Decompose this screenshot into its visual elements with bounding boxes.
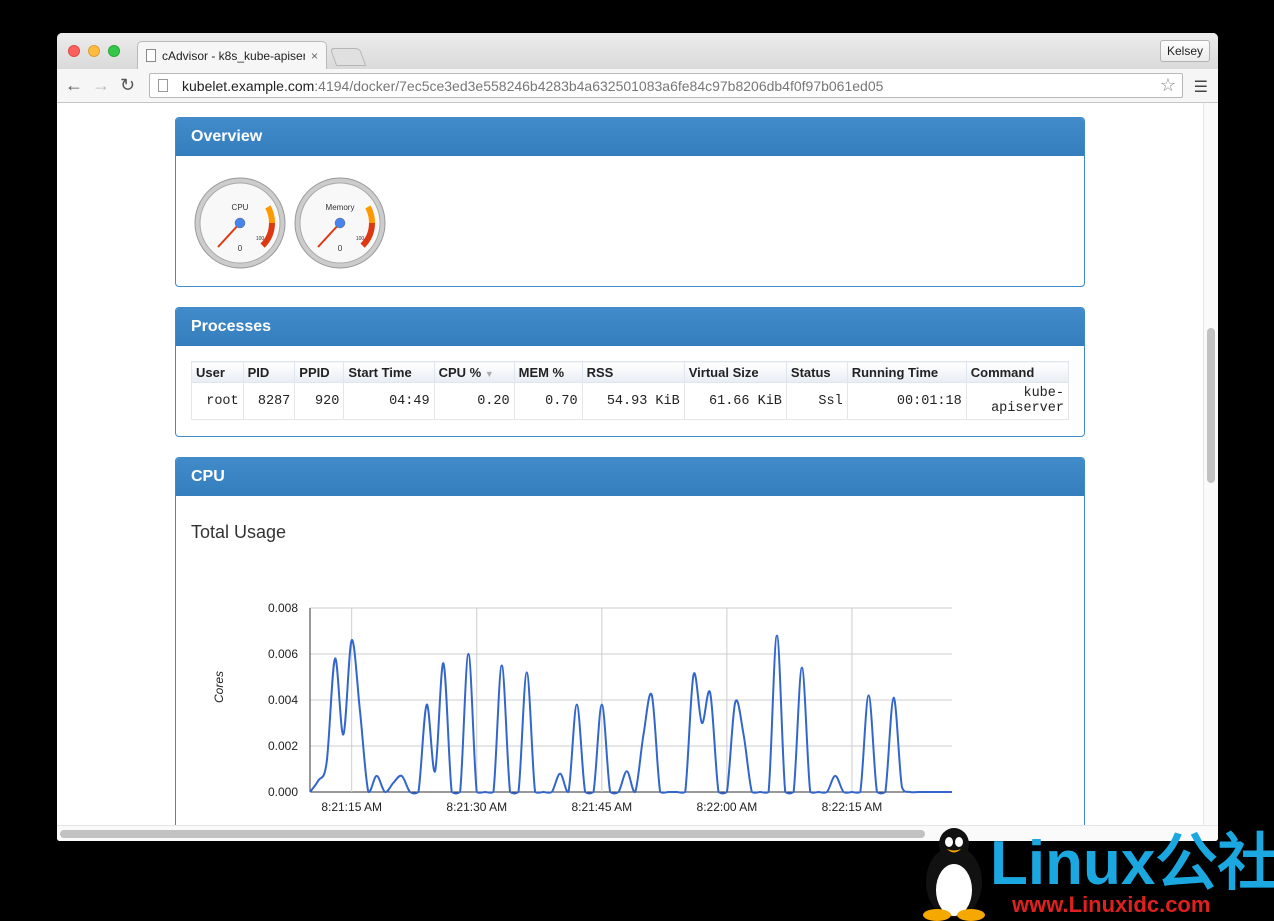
- reload-icon[interactable]: ↻: [120, 75, 135, 95]
- column-label: CPU %: [438, 364, 482, 380]
- cell-ppid: 920: [294, 382, 345, 420]
- cell-mem: 0.70: [513, 382, 583, 420]
- profile-button[interactable]: Kelsey: [1159, 40, 1210, 62]
- gauge-max: 100: [256, 236, 265, 242]
- address-bar[interactable]: kubelet.example.com:4194/docker/7ec5ce3e…: [149, 73, 1183, 98]
- url-host: kubelet.example.com: [182, 77, 315, 94]
- cell-pid: 8287: [242, 382, 296, 420]
- tab-title: cAdvisor - k8s_kube-apiser: [162, 48, 305, 63]
- gauge-min: 0: [338, 244, 343, 253]
- gauge-label: Memory: [326, 203, 355, 212]
- cpu-panel: CPU Total Usage 0.000 0.002 0.004 0.006 0.00…: [175, 457, 1085, 841]
- cell-command: kube- apiserver: [965, 382, 1070, 420]
- column-header-pid[interactable]: PID: [242, 361, 296, 383]
- column-header-start-time[interactable]: Start Time: [343, 361, 435, 383]
- menu-icon[interactable]: ☰: [1194, 77, 1208, 97]
- page-icon: [158, 79, 168, 92]
- y-tick-label: 0.000: [268, 785, 298, 799]
- memory-gauge: Memory 0 100: [294, 177, 386, 269]
- vertical-scrollbar[interactable]: [1203, 103, 1218, 825]
- cell-cpu: 0.20: [433, 382, 515, 420]
- column-header-ppid[interactable]: PPID: [294, 361, 345, 383]
- page-content: Overview CPU 0 100 Memory 0 100 Processe…: [57, 103, 1218, 841]
- cell-start-time: 04:49: [343, 382, 435, 420]
- tux-penguin-logo: [923, 828, 985, 921]
- browser-window: cAdvisor - k8s_kube-apiser × Kelsey ← → …: [57, 33, 1218, 841]
- processes-heading: Processes: [176, 308, 1084, 346]
- close-window-button[interactable]: [68, 45, 80, 57]
- title-bar: cAdvisor - k8s_kube-apiser × Kelsey: [57, 33, 1218, 69]
- browser-toolbar: ← → ↻ kubelet.example.com:4194/docker/7e…: [57, 69, 1218, 103]
- cpu-gauge: CPU 0 100: [194, 177, 286, 269]
- y-tick-label: 0.002: [268, 739, 298, 753]
- table-row: root 8287 920 04:49 0.20 0.70 54.93 KiB …: [191, 382, 1070, 420]
- x-tick-label: 8:22:15 AM: [822, 800, 883, 814]
- y-axis-label: Cores: [212, 670, 226, 703]
- horizontal-scroll-thumb[interactable]: [60, 830, 925, 838]
- vertical-scroll-thumb[interactable]: [1207, 328, 1215, 483]
- column-header-user[interactable]: User: [191, 361, 244, 383]
- cell-rss: 54.93 KiB: [581, 382, 685, 420]
- forward-icon[interactable]: →: [92, 75, 110, 95]
- gauge-label: CPU: [232, 203, 249, 212]
- column-header-rss[interactable]: RSS: [581, 361, 685, 383]
- column-header-command[interactable]: Command: [965, 361, 1070, 383]
- column-header-virtual-size[interactable]: Virtual Size: [683, 361, 787, 383]
- cell-running-time: 00:01:18: [846, 382, 967, 420]
- url-path: :4194/docker/7ec5ce3ed3e558246b4283b4a63…: [314, 77, 884, 94]
- overview-heading: Overview: [176, 118, 1084, 156]
- document-icon: [146, 49, 156, 62]
- cell-virtual-size: 61.66 KiB: [683, 382, 787, 420]
- maximize-window-button[interactable]: [108, 45, 120, 57]
- x-tick-label: 8:21:30 AM: [446, 800, 507, 814]
- tab-close-icon[interactable]: ×: [311, 49, 318, 63]
- y-tick-label: 0.006: [268, 647, 298, 661]
- minimize-window-button[interactable]: [88, 45, 100, 57]
- overview-panel: Overview CPU 0 100 Memory 0 100: [175, 117, 1085, 287]
- watermark-url: www.Linuxidc.com: [1011, 892, 1210, 917]
- table-header-row: User PID PPID Start Time CPU % ▼ MEM % R…: [191, 361, 1070, 383]
- y-tick-label: 0.008: [268, 601, 298, 615]
- cell-status: Ssl: [785, 382, 848, 420]
- new-tab-button[interactable]: [329, 48, 367, 66]
- browser-tab[interactable]: cAdvisor - k8s_kube-apiser ×: [137, 41, 327, 69]
- sort-descending-icon: ▼: [484, 368, 494, 379]
- gauge-max: 100: [356, 236, 365, 242]
- back-icon[interactable]: ←: [65, 75, 83, 95]
- watermark-title: Linux公社: [990, 829, 1274, 898]
- cpu-usage-chart: 0.000 0.002 0.004 0.006 0.008 8:21:15 AM 8:21:…: [268, 601, 953, 814]
- column-header-cpu[interactable]: CPU % ▼: [433, 361, 515, 383]
- star-icon[interactable]: ☆: [1160, 75, 1176, 96]
- column-header-status[interactable]: Status: [785, 361, 848, 383]
- x-tick-label: 8:22:00 AM: [697, 800, 758, 814]
- x-tick-label: 8:21:45 AM: [571, 800, 632, 814]
- y-tick-label: 0.004: [268, 693, 298, 707]
- processes-table: User PID PPID Start Time CPU % ▼ MEM % R…: [191, 361, 1070, 420]
- column-header-mem[interactable]: MEM %: [513, 361, 583, 383]
- cell-user: root: [191, 382, 244, 420]
- linuxidc-watermark: Linux公社 www.Linuxidc.com: [923, 828, 1274, 921]
- gauge-min: 0: [238, 244, 243, 253]
- column-header-running-time[interactable]: Running Time: [846, 361, 967, 383]
- x-tick-label: 8:21:15 AM: [321, 800, 382, 814]
- processes-panel: Processes User PID PPID Start Time CPU %…: [175, 307, 1085, 437]
- cpu-usage-line: [309, 634, 952, 795]
